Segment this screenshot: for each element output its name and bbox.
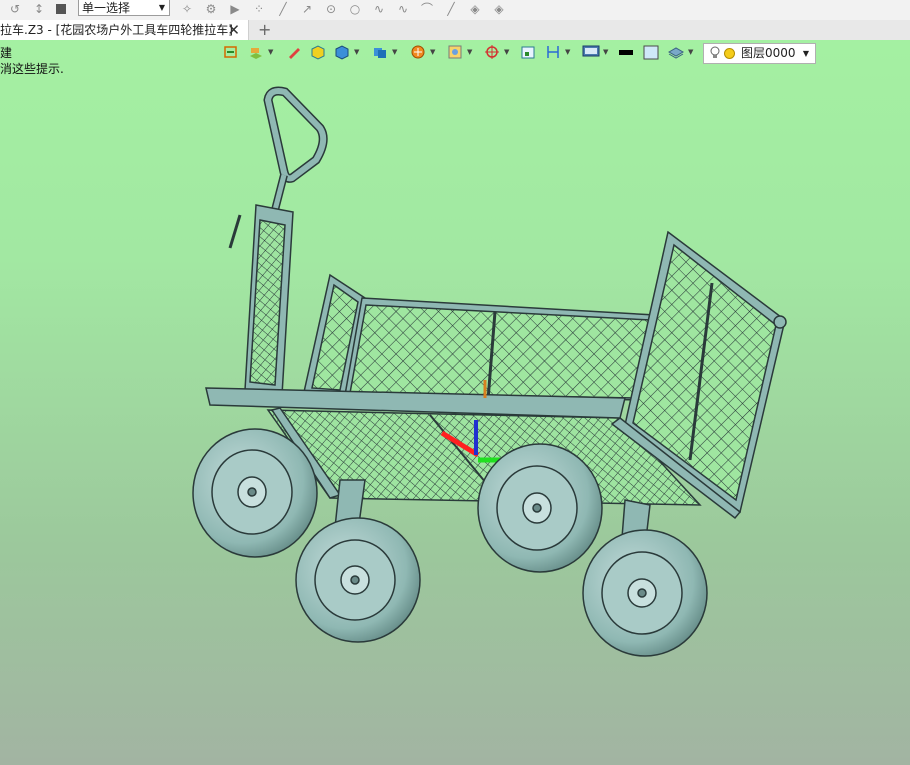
- wheel-front-right: [477, 443, 603, 573]
- wheel-rear-right: [582, 529, 708, 657]
- cart-model[interactable]: [0, 0, 910, 765]
- wheel-rear-left: [295, 517, 421, 643]
- wheel-front-left: [192, 428, 318, 558]
- pull-handle: [228, 86, 328, 396]
- back-mesh-panel: [344, 297, 656, 401]
